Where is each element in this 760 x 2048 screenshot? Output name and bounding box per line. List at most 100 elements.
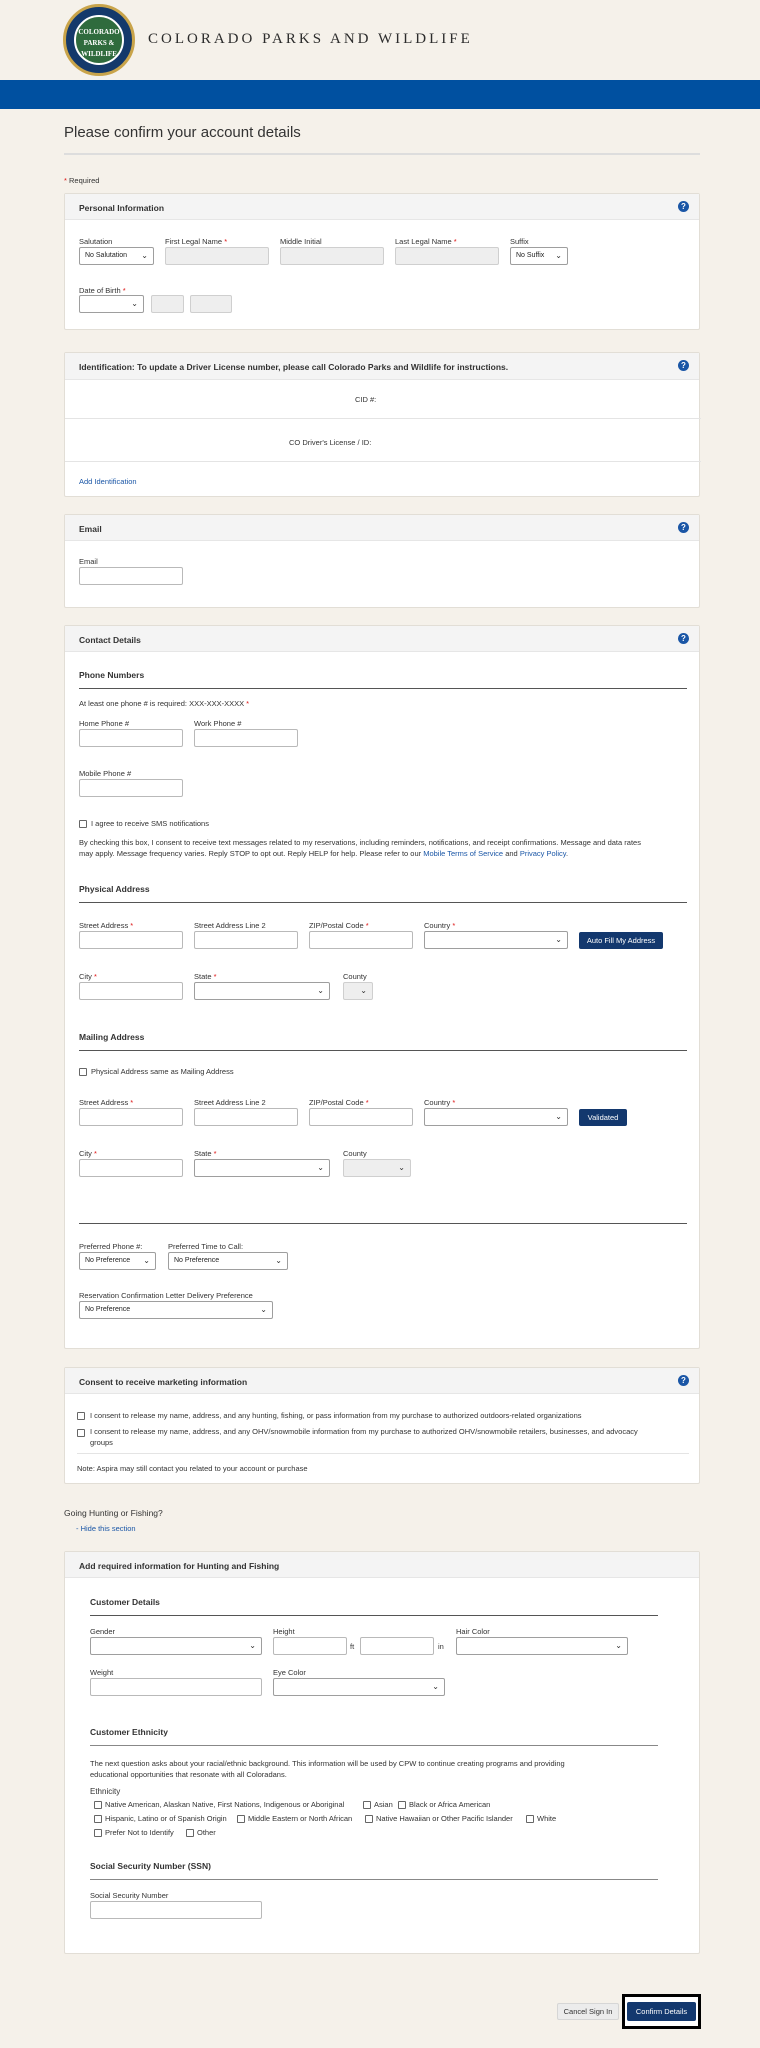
consent-ohv-checkbox[interactable]	[77, 1429, 85, 1437]
sms-disclaimer: By checking this box, I consent to recei…	[79, 837, 691, 859]
mailing-state-select[interactable]: ⌄	[194, 1159, 330, 1177]
work-phone-input[interactable]	[194, 729, 298, 747]
section-rule	[79, 1223, 687, 1224]
cancel-sign-in-button[interactable]: Cancel Sign In	[557, 2003, 619, 2020]
country-label: Country *	[424, 921, 455, 930]
dob-month-select[interactable]: ⌄	[79, 295, 144, 313]
mailing-country-select[interactable]: ⌄	[424, 1108, 568, 1126]
suffix-select[interactable]: No Suffix ⌄	[510, 247, 568, 265]
consent-ohv-label: I consent to release my name, address, a…	[90, 1426, 690, 1448]
help-icon[interactable]: ?	[678, 522, 689, 533]
state-select[interactable]: ⌄	[194, 982, 330, 1000]
confirm-details-button[interactable]: Confirm Details	[627, 2002, 696, 2021]
ethnicity-other-checkbox[interactable]	[186, 1829, 194, 1837]
country-text: Country	[424, 921, 451, 930]
salutation-value: No Salutation	[85, 252, 128, 259]
help-icon[interactable]: ?	[678, 1375, 689, 1386]
suffix-label: Suffix	[510, 237, 529, 246]
email-label: Email	[79, 557, 98, 566]
mailing-city-label: City *	[79, 1149, 97, 1158]
ethnicity-black-checkbox[interactable]	[398, 1801, 406, 1809]
pref-phone-select[interactable]: No Preference ⌄	[79, 1252, 156, 1270]
ethnicity-mena-checkbox[interactable]	[237, 1815, 245, 1823]
height-feet-input[interactable]	[273, 1637, 347, 1655]
mailing-street-input[interactable]	[79, 1108, 183, 1126]
card-header: Consent to receive marketing information…	[65, 1368, 699, 1394]
eye-color-select[interactable]: ⌄	[273, 1678, 445, 1696]
sms-checkbox[interactable]	[79, 820, 87, 828]
personal-info-card: Personal Information ? Salutation No Sal…	[64, 193, 700, 330]
hair-color-label: Hair Color	[456, 1627, 490, 1636]
gender-select[interactable]: ⌄	[90, 1637, 262, 1655]
mailing-city-input[interactable]	[79, 1159, 183, 1177]
ethnicity-label: Ethnicity	[90, 1787, 121, 1796]
auto-fill-address-button[interactable]: Auto Fill My Address	[579, 932, 663, 949]
help-icon[interactable]: ?	[678, 360, 689, 371]
home-phone-input[interactable]	[79, 729, 183, 747]
identification-card: Identification: To update a Driver Licen…	[64, 352, 701, 497]
mobile-phone-input[interactable]	[79, 779, 183, 797]
first-name-input[interactable]	[165, 247, 269, 265]
pref-phone-label: Preferred Phone #:	[79, 1242, 143, 1251]
zip-text: ZIP/Postal Code	[309, 921, 364, 930]
ethnicity-prefer-not-checkbox[interactable]	[94, 1829, 102, 1837]
ethnicity-white-checkbox[interactable]	[526, 1815, 534, 1823]
middle-initial-input[interactable]	[280, 247, 384, 265]
cpw-logo[interactable]: COLORADO PARKS & WILDLIFE	[63, 4, 135, 76]
city-label: City *	[79, 972, 97, 981]
salutation-select[interactable]: No Salutation ⌄	[79, 247, 154, 265]
gender-label: Gender	[90, 1627, 116, 1636]
pref-time-select[interactable]: No Preference ⌄	[168, 1252, 288, 1270]
chevron-down-icon: ⌄	[555, 1112, 562, 1121]
add-identification-link[interactable]: Add Identification	[79, 477, 137, 486]
hide-section-link[interactable]: - Hide this section	[76, 1524, 136, 1533]
inches-unit: in	[438, 1642, 444, 1651]
card-header: Add required information for Hunting and…	[65, 1552, 699, 1578]
phone-required-note: At least one phone # is required: XXX-XX…	[79, 699, 249, 708]
chevron-down-icon: ⌄	[555, 251, 562, 260]
chevron-down-icon: ⌄	[317, 986, 324, 995]
letter-pref-select[interactable]: No Preference ⌄	[79, 1301, 273, 1319]
mobile-terms-link[interactable]: Mobile Terms of Service	[423, 849, 503, 858]
marketing-card: Consent to receive marketing information…	[64, 1367, 700, 1484]
ethnicity-native-checkbox[interactable]	[94, 1801, 102, 1809]
height-label: Height	[273, 1627, 295, 1636]
consent-outdoors-label: I consent to release my name, address, a…	[90, 1411, 582, 1420]
ethnicity-hawaiian-checkbox[interactable]	[365, 1815, 373, 1823]
mailing-county-select[interactable]: ⌄	[343, 1159, 411, 1177]
same-address-checkbox[interactable]	[79, 1068, 87, 1076]
chevron-down-icon: ⌄	[275, 1256, 282, 1265]
mailing-zip-input[interactable]	[309, 1108, 413, 1126]
privacy-policy-link[interactable]: Privacy Policy	[520, 849, 566, 858]
ssn-input[interactable]	[90, 1901, 262, 1919]
consent-outdoors-checkbox[interactable]	[77, 1412, 85, 1420]
dob-day-input[interactable]	[151, 295, 184, 313]
ethnicity-asian-label: Asian	[374, 1800, 393, 1809]
hair-color-select[interactable]: ⌄	[456, 1637, 628, 1655]
dob-year-input[interactable]	[190, 295, 232, 313]
ethnicity-text-line-2: educational opportunities that resonate …	[90, 1770, 287, 1779]
city-input[interactable]	[79, 982, 183, 1000]
ethnicity-asian-checkbox[interactable]	[363, 1801, 371, 1809]
height-inches-input[interactable]	[360, 1637, 434, 1655]
email-input[interactable]	[79, 567, 183, 585]
zip-input[interactable]	[309, 931, 413, 949]
validated-button[interactable]: Validated	[579, 1109, 627, 1126]
ssn-label: Social Security Number	[90, 1891, 169, 1900]
last-name-input[interactable]	[395, 247, 499, 265]
pref-phone-value: No Preference	[85, 1257, 131, 1264]
mailing-state-label: State *	[194, 1149, 217, 1158]
county-select[interactable]: ⌄	[343, 982, 373, 1000]
card-title: Contact Details	[79, 635, 141, 645]
weight-input[interactable]	[90, 1678, 262, 1696]
ethnicity-hispanic-checkbox[interactable]	[94, 1815, 102, 1823]
country-select[interactable]: ⌄	[424, 931, 568, 949]
street-input[interactable]	[79, 931, 183, 949]
street2-input[interactable]	[194, 931, 298, 949]
mailing-street2-input[interactable]	[194, 1108, 298, 1126]
aspira-note: Note: Aspira may still contact you relat…	[77, 1464, 308, 1473]
sms-text-2: may apply. Message frequency varies. Rep…	[79, 849, 422, 858]
help-icon[interactable]: ?	[678, 633, 689, 644]
country-text: Country	[424, 1098, 451, 1107]
help-icon[interactable]: ?	[678, 201, 689, 212]
